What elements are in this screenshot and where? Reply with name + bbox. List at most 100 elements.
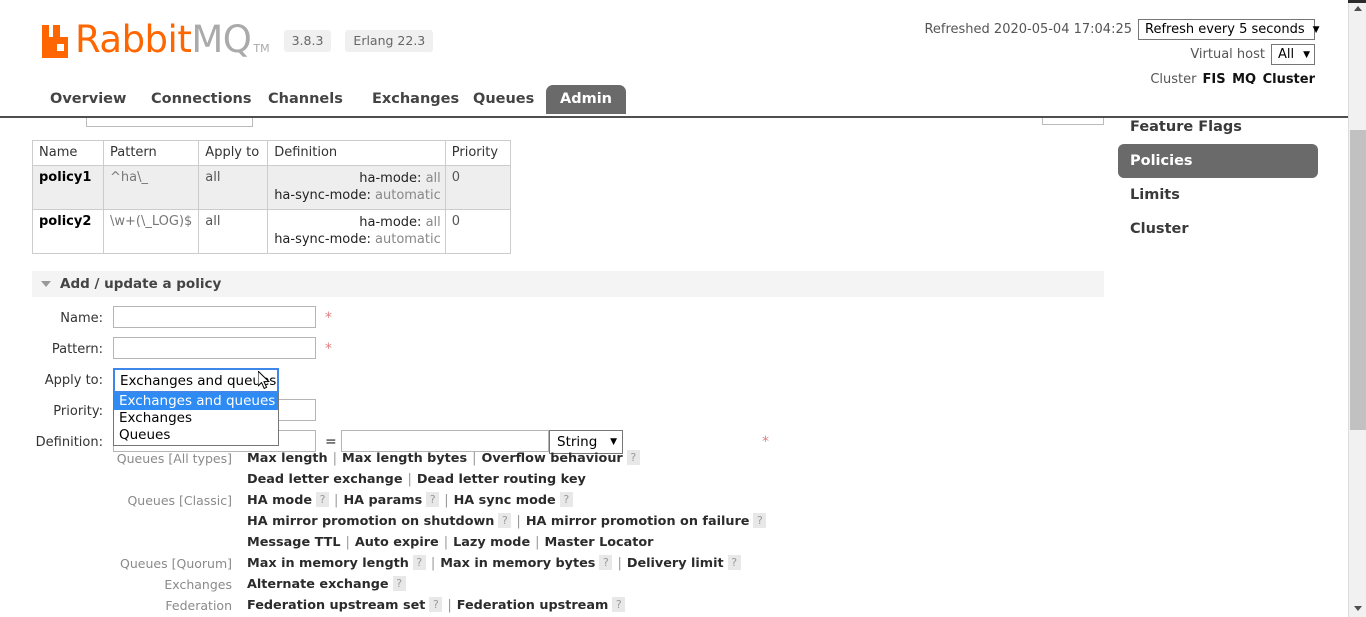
hint-separator: |: [407, 472, 412, 487]
collapse-triangle-icon[interactable]: [41, 281, 51, 287]
hint-link-ha-mirror-promotion-on-shutdown[interactable]: HA mirror promotion on shutdown: [247, 514, 494, 529]
form-row-apply-to: Apply to: Exchanges and queues Exchanges…: [0, 368, 1100, 446]
add-update-policy-section-header[interactable]: Add / update a policy: [32, 271, 1104, 297]
tab-channels[interactable]: Channels: [254, 85, 357, 114]
definition-key: ha-mode:: [359, 171, 422, 186]
hint-link-dead-letter-exchange[interactable]: Dead letter exchange: [247, 472, 403, 487]
definition-value: automatic: [375, 188, 441, 203]
hint-category-label: Queues [All types]: [116, 451, 232, 466]
vhost-select[interactable]: All ▼: [1271, 44, 1315, 65]
hint-link-ha-mirror-promotion-on-failure[interactable]: HA mirror promotion on failure: [526, 514, 750, 529]
hint-separator: |: [472, 451, 477, 466]
hint-link-ha-mode[interactable]: HA mode: [247, 493, 312, 508]
hint-link-delivery-limit[interactable]: Delivery limit: [627, 556, 724, 571]
vertical-scrollbar[interactable]: [1348, 0, 1366, 617]
sidebar-item-policies[interactable]: Policies: [1118, 144, 1318, 178]
hint-separator: |: [617, 556, 622, 571]
scroll-down-button[interactable]: [1349, 600, 1366, 617]
table-row[interactable]: policy1 ^ha\_ all ha-mode: all ha-sync-m…: [32, 165, 511, 210]
policy-pattern-input[interactable]: [113, 337, 316, 359]
policy-name[interactable]: policy1: [32, 165, 104, 210]
apply-to-select[interactable]: Exchanges and queues: [113, 368, 279, 393]
help-icon[interactable]: ?: [753, 513, 767, 528]
policy-priority: 0: [444, 165, 511, 210]
sidebar-item-cluster[interactable]: Cluster: [1118, 212, 1318, 246]
name-label: Name:: [60, 311, 103, 326]
help-icon[interactable]: ?: [316, 492, 330, 507]
rabbitmq-logo[interactable]: Rabbit MQ TM 3.8.3 Erlang 22.3: [42, 21, 434, 58]
hint-link-alternate-exchange[interactable]: Alternate exchange: [247, 577, 389, 592]
refresh-interval-select[interactable]: Refresh every 5 seconds ▼: [1138, 19, 1320, 40]
apply-to-options-list[interactable]: Exchanges and queues Exchanges Queues: [113, 393, 279, 446]
form-row-name: Name: *: [0, 306, 1100, 337]
hint-link-dead-letter-routing-key[interactable]: Dead letter routing key: [417, 472, 586, 487]
tab-admin[interactable]: Admin: [546, 85, 627, 114]
hint-link-federation-upstream-set[interactable]: Federation upstream set: [247, 598, 425, 613]
column-header-priority: Priority: [444, 140, 511, 166]
help-icon[interactable]: ?: [612, 597, 626, 612]
help-icon[interactable]: ?: [727, 555, 741, 570]
refresh-row: Refreshed 2020-05-04 17:04:25 Refresh ev…: [924, 17, 1320, 42]
refresh-interval-value: Refresh every 5 seconds: [1145, 21, 1305, 37]
help-icon[interactable]: ?: [392, 576, 406, 591]
scrollbar-thumb[interactable]: [1350, 130, 1366, 430]
help-icon[interactable]: ?: [599, 555, 613, 570]
help-icon[interactable]: ?: [498, 513, 512, 528]
help-icon[interactable]: ?: [626, 450, 640, 465]
hint-link-lazy-mode[interactable]: Lazy mode: [453, 535, 530, 550]
sidebar-item-limits[interactable]: Limits: [1118, 178, 1318, 212]
column-header-name: Name: [32, 140, 104, 166]
policy-pattern: \w+(\_LOG)$: [102, 209, 200, 254]
tab-exchanges[interactable]: Exchanges: [358, 85, 473, 114]
refreshed-timestamp: Refreshed 2020-05-04 17:04:25: [924, 21, 1132, 37]
hint-link-ha-sync-mode[interactable]: HA sync mode: [454, 493, 556, 508]
hint-link-auto-expire[interactable]: Auto expire: [355, 535, 439, 550]
hint-link-federation-upstream[interactable]: Federation upstream: [457, 598, 609, 613]
table-row[interactable]: policy2 \w+(\_LOG)$ all ha-mode: all ha-…: [32, 209, 511, 254]
hint-link-message-ttl[interactable]: Message TTL: [247, 535, 340, 550]
hint-link-ha-params[interactable]: HA params: [343, 493, 422, 508]
hint-link-max-length[interactable]: Max length: [247, 451, 328, 466]
tab-overview[interactable]: Overview: [36, 85, 140, 114]
hint-lines: HA mode? | HA params? | HA sync mode? HA mirr…: [247, 490, 1100, 553]
hint-link-max-in-memory-bytes[interactable]: Max in memory bytes: [440, 556, 595, 571]
definition-key: ha-sync-mode:: [274, 232, 371, 247]
hint-category-label: Queues [Quorum]: [120, 556, 232, 571]
hint-separator: |: [334, 493, 339, 508]
hint-link-overflow-behaviour[interactable]: Overflow behaviour: [481, 451, 622, 466]
hint-link-master-locator[interactable]: Master Locator: [545, 535, 654, 550]
hint-category-label: Federation: [165, 598, 232, 613]
hint-separator: |: [332, 451, 338, 466]
policy-definition: ha-mode: all ha-sync-mode: automatic: [267, 209, 446, 254]
hint-link-max-length-bytes[interactable]: Max length bytes: [342, 451, 467, 466]
column-header-pattern: Pattern: [102, 140, 200, 166]
hint-line: Alternate exchange?: [247, 574, 1100, 595]
policy-definition: ha-mode: all ha-sync-mode: automatic: [267, 165, 446, 210]
tab-queues[interactable]: Queues: [459, 85, 548, 114]
policy-form: Name: * Pattern: * Apply to: Exchanges a…: [0, 306, 1100, 461]
apply-to-option-exchanges[interactable]: Exchanges: [114, 410, 278, 427]
help-icon[interactable]: ?: [429, 597, 443, 612]
apply-to-option-exchanges-and-queues[interactable]: Exchanges and queues: [114, 393, 278, 410]
logo-trademark: TM: [253, 42, 270, 55]
apply-to-option-queues[interactable]: Queues: [114, 427, 278, 444]
hint-line: HA mirror promotion on shutdown? | HA mirr…: [247, 511, 1100, 532]
hint-link-max-in-memory-length[interactable]: Max in memory length: [247, 556, 409, 571]
vhost-select-value: All: [1278, 46, 1295, 62]
help-icon[interactable]: ?: [426, 492, 440, 507]
policy-apply-to: all: [198, 209, 269, 254]
policy-name-input[interactable]: [113, 306, 316, 328]
definition-value: automatic: [375, 232, 441, 247]
hint-separator: |: [345, 535, 350, 550]
section-title: Add / update a policy: [60, 276, 222, 292]
policy-name[interactable]: policy2: [32, 209, 104, 254]
apply-to-select-wrapper[interactable]: Exchanges and queues Exchanges and queue…: [113, 368, 279, 446]
help-icon[interactable]: ?: [412, 555, 426, 570]
table-header-row: Name Pattern Apply to Definition Priorit…: [32, 140, 511, 166]
hint-group: Queues [Quorum] Max in memory length? | Max…: [0, 553, 1100, 574]
hint-line: Dead letter exchange | Dead letter routing…: [247, 469, 1100, 490]
column-header-apply-to: Apply to: [198, 140, 269, 166]
triangle-down-icon: [1353, 606, 1362, 611]
tab-connections[interactable]: Connections: [137, 85, 266, 114]
help-icon[interactable]: ?: [559, 492, 573, 507]
